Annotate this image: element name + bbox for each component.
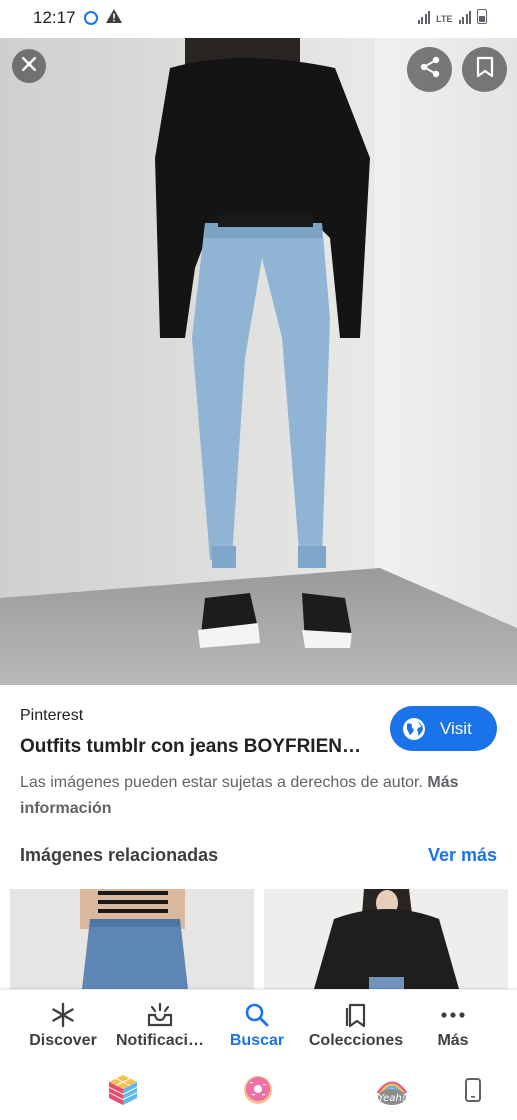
copyright-notice: Las imágenes pueden estar sujetas a dere…	[20, 770, 500, 822]
main-image[interactable]	[0, 38, 517, 685]
copyright-text: Las imágenes pueden estar sujetas a dere…	[20, 774, 423, 791]
warning-icon	[106, 9, 122, 28]
notification-tray-icon	[147, 1002, 173, 1027]
visit-label: Visit	[440, 719, 472, 738]
nav-label: Más	[437, 1032, 469, 1049]
collections-icon	[345, 1003, 366, 1028]
visit-button[interactable]: Visit	[390, 706, 497, 751]
signal-icon-2	[458, 10, 471, 24]
nav-label: Colecciones	[308, 1032, 404, 1049]
nav-discover[interactable]: Discover	[24, 990, 102, 1060]
close-button[interactable]	[12, 49, 46, 83]
nav-label: Buscar	[229, 1032, 285, 1049]
asterisk-icon	[52, 1002, 74, 1028]
status-bar: 12:17 LTE	[0, 0, 517, 38]
donut-app-icon[interactable]	[242, 1074, 274, 1111]
nav-collections[interactable]: Colecciones	[304, 990, 408, 1060]
save-button[interactable]	[462, 47, 507, 92]
result-source: Pinterest	[20, 707, 84, 724]
rubik-cube-app-icon[interactable]	[107, 1074, 139, 1111]
close-icon	[21, 56, 37, 76]
nav-label: Notificaci…	[115, 1032, 204, 1049]
bookmark-icon	[476, 56, 494, 83]
status-time: 12:17	[33, 8, 76, 27]
status-indicators: LTE	[417, 9, 487, 24]
nav-more[interactable]: Más	[420, 990, 486, 1060]
nav-label: Discover	[29, 1032, 97, 1049]
signal-icon	[417, 10, 431, 24]
share-icon	[419, 56, 441, 83]
svg-text:Yeah!: Yeah!	[378, 1093, 406, 1104]
globe-icon	[402, 717, 426, 741]
phone-outline-icon[interactable]	[464, 1078, 482, 1107]
more-dots-icon	[441, 1012, 465, 1018]
see-more-link[interactable]: Ver más	[428, 845, 497, 866]
result-title[interactable]: Outfits tumblr con jeans BOYFRIEN…	[20, 736, 370, 758]
yeah-sticker-app-icon[interactable]: Yeah!	[374, 1073, 410, 1112]
system-tray: Yeah!	[0, 1060, 517, 1120]
battery-icon	[477, 9, 487, 24]
nav-notifications[interactable]: Notificaci…	[112, 990, 208, 1060]
related-image-thumbnail[interactable]	[264, 889, 508, 989]
sync-status-icon	[84, 11, 98, 25]
related-image-thumbnail[interactable]	[10, 889, 254, 989]
network-type: LTE	[436, 14, 453, 24]
search-icon	[245, 1003, 269, 1027]
related-images-heading: Imágenes relacionadas	[20, 845, 219, 865]
bottom-navigation: Discover Notificaci… Buscar Colecciones …	[0, 990, 517, 1060]
nav-search[interactable]: Buscar	[220, 990, 294, 1060]
share-button[interactable]	[407, 47, 452, 92]
